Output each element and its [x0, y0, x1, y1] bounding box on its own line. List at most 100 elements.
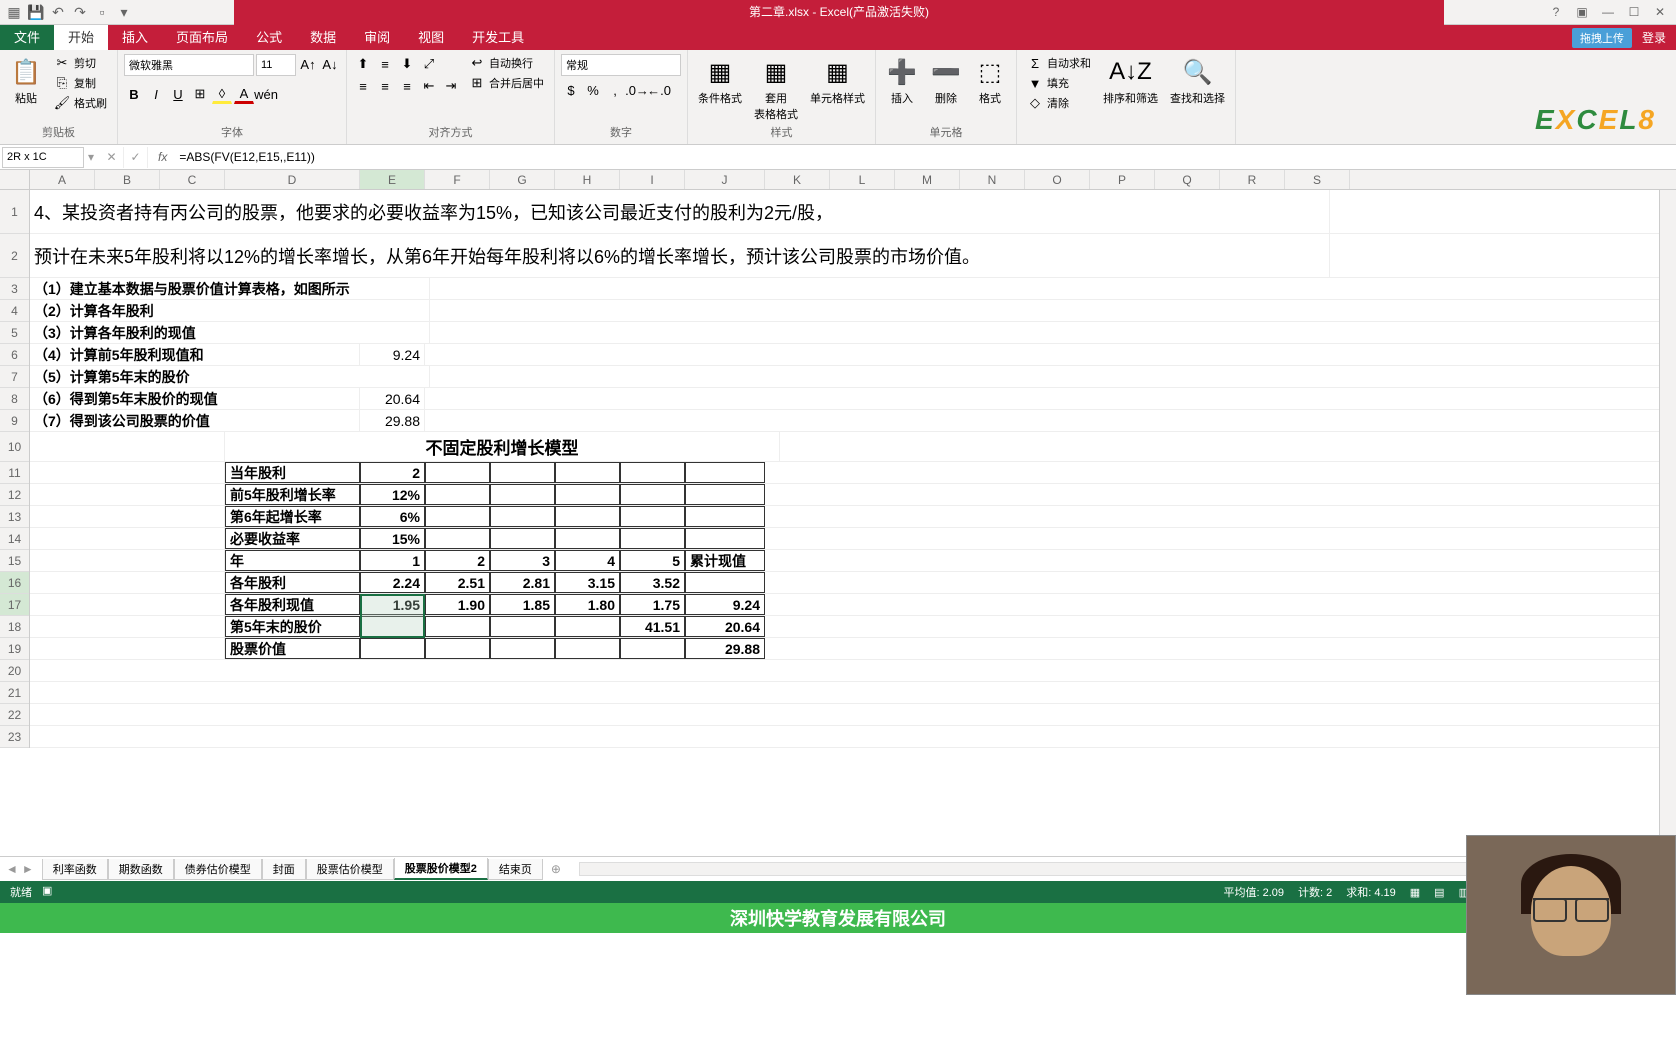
accept-formula-icon[interactable]: ✓: [124, 147, 148, 168]
cell-I17[interactable]: 1.75: [620, 594, 685, 615]
sheet-nav-next-icon[interactable]: ►: [22, 862, 34, 876]
cell-F16[interactable]: 2.51: [425, 572, 490, 593]
bold-button[interactable]: B: [124, 84, 144, 104]
col-header-F[interactable]: F: [425, 170, 490, 189]
cell-A6[interactable]: （4）计算前5年股利现值和: [30, 344, 360, 365]
underline-button[interactable]: U: [168, 84, 188, 104]
autosum-button[interactable]: Σ自动求和: [1023, 54, 1095, 72]
col-header-H[interactable]: H: [555, 170, 620, 189]
cell-A7[interactable]: （5）计算第5年末的股价: [30, 366, 430, 387]
redo-icon[interactable]: ↷: [70, 2, 90, 22]
col-header-R[interactable]: R: [1220, 170, 1285, 189]
row-header-23[interactable]: 23: [0, 726, 29, 748]
cell-J15[interactable]: 累计现值: [685, 550, 765, 571]
tab-file[interactable]: 文件: [0, 25, 54, 50]
delete-cells-button[interactable]: ➖删除: [926, 54, 966, 108]
cell-A2[interactable]: 预计在未来5年股利将以12%的增长率增长，从第6年开始每年股利将以6%的增长率增…: [30, 234, 1330, 277]
increase-decimal-icon[interactable]: .0→: [627, 80, 647, 100]
cell-A3[interactable]: （1）建立基本数据与股票价值计算表格，如图所示: [30, 278, 430, 299]
row-header-18[interactable]: 18: [0, 616, 29, 638]
row-header-9[interactable]: 9: [0, 410, 29, 432]
cut-button[interactable]: ✂剪切: [50, 54, 111, 72]
close-icon[interactable]: ✕: [1648, 2, 1672, 22]
cell-E12[interactable]: 12%: [360, 484, 425, 505]
row-header-4[interactable]: 4: [0, 300, 29, 322]
row-header-20[interactable]: 20: [0, 660, 29, 682]
excel-icon[interactable]: ▦: [4, 2, 24, 22]
undo-icon[interactable]: ↶: [48, 2, 68, 22]
cell-E13[interactable]: 6%: [360, 506, 425, 527]
cell-E8[interactable]: 20.64: [360, 388, 425, 409]
cell-F15[interactable]: 2: [425, 550, 490, 571]
cell-E6[interactable]: 9.24: [360, 344, 425, 365]
cell-D13[interactable]: 第6年起增长率: [225, 506, 360, 527]
row-header-17[interactable]: 17: [0, 594, 29, 616]
cell-H15[interactable]: 4: [555, 550, 620, 571]
view-page-layout-icon[interactable]: ▤: [1434, 886, 1444, 899]
tab-formulas[interactable]: 公式: [242, 25, 296, 50]
cell-style-button[interactable]: ▦单元格样式: [806, 54, 869, 108]
col-header-J[interactable]: J: [685, 170, 765, 189]
vertical-scrollbar[interactable]: [1659, 190, 1676, 856]
sheet-tab-2[interactable]: 债券估价模型: [174, 859, 262, 880]
currency-icon[interactable]: $: [561, 80, 581, 100]
cell-D18[interactable]: 第5年末的股价: [225, 616, 360, 637]
col-header-Q[interactable]: Q: [1155, 170, 1220, 189]
tab-review[interactable]: 审阅: [350, 25, 404, 50]
cell-F17[interactable]: 1.90: [425, 594, 490, 615]
cell-D14[interactable]: 必要收益率: [225, 528, 360, 549]
phonetic-button[interactable]: wén: [256, 84, 276, 104]
row-header-14[interactable]: 14: [0, 528, 29, 550]
save-icon[interactable]: 💾: [26, 2, 46, 22]
border-button[interactable]: ⊞: [190, 84, 210, 104]
col-header-P[interactable]: P: [1090, 170, 1155, 189]
new-icon[interactable]: ▫: [92, 2, 112, 22]
row-header-13[interactable]: 13: [0, 506, 29, 528]
merge-button[interactable]: ⊞合并后居中: [465, 74, 548, 92]
clear-button[interactable]: ◇清除: [1023, 94, 1095, 112]
align-middle-icon[interactable]: ≡: [375, 54, 395, 74]
conditional-format-button[interactable]: ▦条件格式: [694, 54, 746, 108]
cell-G15[interactable]: 3: [490, 550, 555, 571]
cell-G17[interactable]: 1.85: [490, 594, 555, 615]
col-header-N[interactable]: N: [960, 170, 1025, 189]
cell-blank-10[interactable]: [30, 432, 225, 461]
font-color-button[interactable]: A: [234, 84, 254, 104]
row-header-22[interactable]: 22: [0, 704, 29, 726]
cell-D16[interactable]: 各年股利: [225, 572, 360, 593]
cell-I15[interactable]: 5: [620, 550, 685, 571]
cell-D19[interactable]: 股票价值: [225, 638, 360, 659]
cells-area[interactable]: 4、某投资者持有丙公司的股票，他要求的必要收益率为15%，已知该公司最近支付的股…: [30, 190, 1676, 748]
row-header-10[interactable]: 10: [0, 432, 29, 462]
find-select-button[interactable]: 🔍查找和选择: [1166, 54, 1229, 108]
fx-icon[interactable]: fx: [152, 150, 173, 164]
sheet-tab-3[interactable]: 封面: [262, 859, 306, 880]
view-normal-icon[interactable]: ▦: [1410, 886, 1420, 899]
cell-D17[interactable]: 各年股利现值: [225, 594, 360, 615]
row-header-3[interactable]: 3: [0, 278, 29, 300]
decrease-decimal-icon[interactable]: ←.0: [649, 80, 669, 100]
sort-filter-button[interactable]: A↓Z排序和筛选: [1099, 54, 1162, 108]
row-header-2[interactable]: 2: [0, 234, 29, 278]
cell-I16[interactable]: 3.52: [620, 572, 685, 593]
row-header-1[interactable]: 1: [0, 190, 29, 234]
align-center-icon[interactable]: ≡: [375, 76, 395, 96]
wrap-text-button[interactable]: ↩自动换行: [465, 54, 548, 72]
sheet-tab-0[interactable]: 利率函数: [42, 859, 108, 880]
tab-insert[interactable]: 插入: [108, 25, 162, 50]
maximize-icon[interactable]: ☐: [1622, 2, 1646, 22]
sheet-tab-5[interactable]: 股票股价模型2: [394, 858, 488, 880]
name-box[interactable]: [2, 147, 84, 168]
col-header-A[interactable]: A: [30, 170, 95, 189]
sheet-nav-prev-icon[interactable]: ◄: [6, 862, 18, 876]
row-header-8[interactable]: 8: [0, 388, 29, 410]
cancel-formula-icon[interactable]: ✕: [100, 147, 124, 168]
cell-A9[interactable]: （7）得到该公司股票的价值: [30, 410, 360, 431]
fill-button[interactable]: ▼填充: [1023, 74, 1095, 92]
cell-J19[interactable]: 29.88: [685, 638, 765, 659]
col-header-K[interactable]: K: [765, 170, 830, 189]
row-header-7[interactable]: 7: [0, 366, 29, 388]
cell-H16[interactable]: 3.15: [555, 572, 620, 593]
sheet-add-icon[interactable]: ⊕: [543, 860, 569, 878]
align-bottom-icon[interactable]: ⬇: [397, 54, 417, 74]
